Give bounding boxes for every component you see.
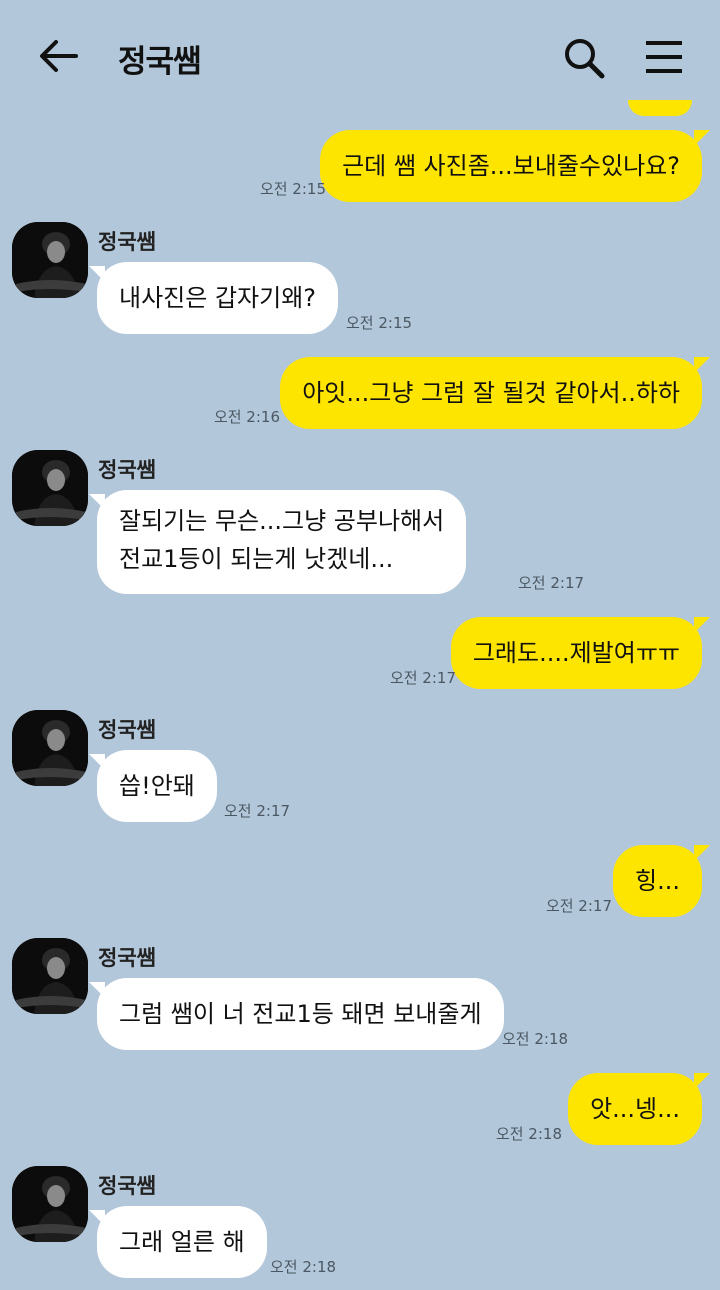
bubble-tail [694,617,710,633]
my-message-bubble[interactable]: 힝... [613,845,710,917]
previous-message-bubble [628,100,692,116]
message-time: 오전 2:18 [495,1125,562,1143]
search-icon[interactable] [562,36,606,80]
message-text: 앗...넹... [590,1095,680,1123]
avatar-photo [12,938,88,1014]
message-time: 오전 2:15 [259,180,326,198]
message-text: 그래도....제발여ㅠㅠ [472,639,680,667]
message-time: 오전 2:17 [545,897,612,915]
hamburger-menu-icon[interactable] [644,40,684,74]
message-time: 오전 2:15 [346,314,413,332]
my-message-bubble[interactable]: 앗...넹... [568,1073,710,1145]
message-time: 오전 2:18 [502,1030,569,1048]
chat-header: 정국쌤 [0,0,720,112]
message-text: 아잇...그냥 그럼 잘 될것 같아서..하하 [302,379,680,407]
their-message-bubble[interactable]: 그래 얼른 해 [89,1206,267,1278]
bubble-tail [89,266,105,282]
avatar[interactable] [12,710,88,786]
my-message-bubble[interactable]: 그래도....제발여ㅠㅠ [450,617,710,689]
avatar-photo [12,1166,88,1242]
back-arrow-icon[interactable] [38,38,78,74]
message-text-line: 전교1등이 되는게 낫겠네... [119,545,394,573]
avatar[interactable] [12,938,88,1014]
chat-title: 정국쌤 [118,44,202,80]
their-message-bubble[interactable]: 내사진은 갑자기왜? [89,262,339,334]
their-message-bubble[interactable]: 그럼 쌤이 너 전교1등 돼면 보내줄게 [89,978,504,1050]
message-text-line: 잘되기는 무슨...그냥 공부나해서 [119,507,445,535]
message-text: 그래 얼른 해 [119,1228,245,1256]
bubble-tail [89,754,105,770]
message-text: 씁!안돼 [119,772,195,800]
sender-name: 정국쌤 [98,230,156,254]
avatar-photo [12,222,88,298]
message-time: 오전 2:18 [270,1258,337,1276]
message-time: 오전 2:17 [224,802,291,820]
their-message-bubble[interactable]: 잘되기는 무슨...그냥 공부나해서 전교1등이 되는게 낫겠네... [89,490,467,594]
their-message-bubble[interactable]: 씁!안돼 [89,750,217,822]
bubble-tail [89,1210,105,1226]
message-text: 힝... [635,867,680,895]
sender-name: 정국쌤 [98,946,156,970]
avatar[interactable] [12,450,88,526]
bubble-tail [694,357,710,373]
avatar[interactable] [12,222,88,298]
message-time: 오전 2:17 [518,574,585,592]
avatar-photo [12,450,88,526]
bubble-tail [89,982,105,998]
bubble-tail [694,130,710,146]
bubble-tail [89,494,105,510]
my-message-bubble[interactable]: 아잇...그냥 그럼 잘 될것 같아서..하하 [280,357,710,429]
message-text: 그럼 쌤이 너 전교1등 돼면 보내줄게 [119,1000,482,1028]
message-text: 내사진은 갑자기왜? [119,284,317,312]
avatar[interactable] [12,1166,88,1242]
avatar-photo [12,710,88,786]
message-time: 오전 2:16 [213,408,280,426]
message-text: 근데 쌤 사진좀...보내줄수있나요? [342,152,680,180]
bubble-tail [694,845,710,861]
sender-name: 정국쌤 [98,718,156,742]
sender-name: 정국쌤 [98,458,156,482]
my-message-bubble[interactable]: 근데 쌤 사진좀...보내줄수있나요? [320,130,710,202]
bubble-tail [694,1073,710,1089]
message-time: 오전 2:17 [389,669,456,687]
sender-name: 정국쌤 [98,1174,156,1198]
